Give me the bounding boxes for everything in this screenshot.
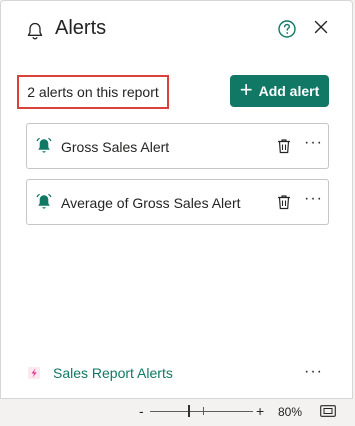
alert-item[interactable]: Gross Sales Alert ··· — [26, 123, 329, 169]
alert-name: Average of Gross Sales Alert — [61, 195, 241, 211]
add-alert-button[interactable]: + Add alert — [230, 75, 329, 107]
alert-bell-icon — [36, 137, 52, 153]
alerts-pane: Alerts 2 alerts on this report + Add ale… — [0, 0, 353, 399]
more-icon[interactable]: ··· — [304, 190, 323, 208]
zoom-slider[interactable] — [150, 411, 253, 412]
alert-item[interactable]: Average of Gross Sales Alert ··· — [26, 179, 329, 225]
alert-bell-icon — [36, 193, 52, 209]
report-name: Sales Report Alerts — [53, 365, 173, 381]
report-icon — [28, 367, 40, 379]
zoom-level: 80% — [278, 405, 303, 419]
bell-icon — [27, 22, 43, 40]
pane-header: Alerts — [1, 1, 352, 61]
zoom-slider-tick — [203, 407, 204, 415]
close-icon[interactable] — [313, 19, 329, 35]
more-icon[interactable]: ··· — [304, 134, 323, 152]
add-alert-label: Add alert — [258, 83, 320, 99]
zoom-out-button[interactable]: - — [139, 403, 144, 419]
alert-name: Gross Sales Alert — [61, 139, 170, 155]
fit-to-page-icon[interactable] — [320, 405, 336, 417]
report-more-icon[interactable]: ··· — [304, 363, 323, 381]
alert-count-label: 2 alerts on this report — [17, 75, 169, 109]
help-icon[interactable] — [277, 19, 297, 39]
zoom-slider-thumb[interactable] — [188, 405, 190, 417]
zoom-in-button[interactable]: + — [256, 403, 264, 419]
trash-icon[interactable] — [275, 137, 293, 155]
report-link[interactable]: Sales Report Alerts — [27, 365, 173, 381]
pane-title: Alerts — [55, 17, 107, 39]
trash-icon[interactable] — [275, 193, 293, 211]
plus-icon: + — [239, 77, 253, 102]
